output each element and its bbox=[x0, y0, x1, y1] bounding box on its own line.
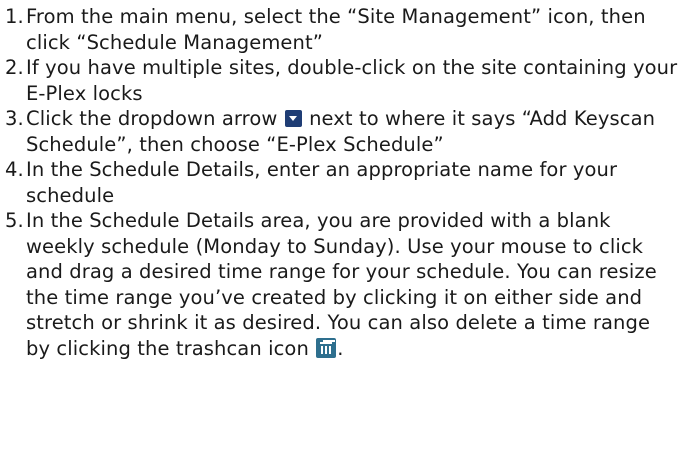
step-text: From the main menu, select the “Site Man… bbox=[26, 5, 646, 54]
step-number: 3. bbox=[5, 107, 24, 130]
step-3: 3. Click the dropdown arrow next to wher… bbox=[0, 106, 678, 157]
step-5: 5. In the Schedule Details area, you are… bbox=[0, 208, 678, 361]
instruction-list: 1. From the main menu, select the “Site … bbox=[0, 0, 678, 361]
step-text: In the Schedule Details, enter an approp… bbox=[26, 158, 618, 207]
trashcan-icon bbox=[316, 337, 337, 358]
step-text-before-icon: Click the dropdown arrow bbox=[26, 107, 278, 130]
step-1: 1. From the main menu, select the “Site … bbox=[0, 4, 678, 55]
step-text-after-icon: . bbox=[337, 336, 344, 360]
step-number: 1. bbox=[5, 5, 24, 28]
step-text: If you have multiple sites, double-click… bbox=[26, 56, 678, 105]
step-4: 4. In the Schedule Details, enter an app… bbox=[0, 157, 678, 208]
step-number: 5. bbox=[5, 209, 24, 232]
step-2: 2. If you have multiple sites, double-cl… bbox=[0, 55, 678, 106]
dropdown-arrow-icon bbox=[284, 110, 302, 127]
step-number: 2. bbox=[5, 56, 24, 79]
step-number: 4. bbox=[5, 158, 24, 181]
